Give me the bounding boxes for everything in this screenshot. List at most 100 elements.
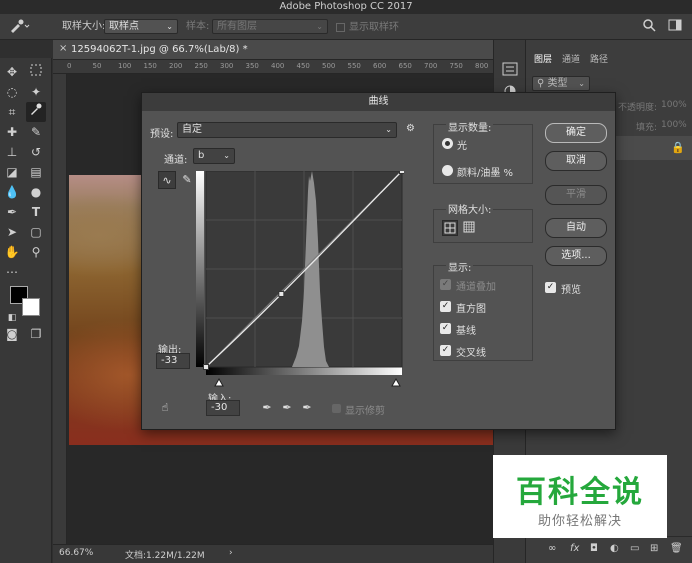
layer-mask-icon[interactable]: ◘	[590, 543, 598, 554]
app-title: Adobe Photoshop CC 2017	[279, 1, 413, 12]
ok-button[interactable]: 确定	[545, 123, 607, 143]
close-tab-icon[interactable]: ×	[59, 43, 67, 54]
gradient-tool-icon[interactable]: ▤	[26, 162, 46, 182]
ruler-tick-label: 250	[194, 62, 208, 70]
simple-grid-icon[interactable]	[442, 220, 458, 236]
tab-layers[interactable]: 图层	[534, 52, 552, 65]
curve-control-point[interactable]	[399, 171, 405, 174]
curve-point-mode-icon[interactable]: ∿	[158, 171, 176, 189]
fill-label: 填充:	[636, 123, 658, 133]
white-point-slider-icon	[391, 377, 401, 387]
ruler-tick-label: 300	[220, 62, 234, 70]
marquee-tool-icon[interactable]	[26, 62, 46, 82]
baseline-checkbox[interactable]: ✓	[440, 323, 451, 334]
sample-size-select[interactable]: 取样点 ⌄	[104, 19, 178, 34]
pen-tool-icon[interactable]: ✒	[2, 202, 22, 222]
workspace-icon[interactable]	[668, 18, 682, 37]
opacity-value[interactable]: 100%	[661, 100, 687, 110]
show-clipping-checkbox[interactable]	[332, 404, 341, 413]
intersection-line-checkbox[interactable]: ✓	[440, 345, 451, 356]
radio-pigment[interactable]	[442, 165, 453, 176]
ruler-tick-label: 800	[475, 62, 489, 70]
preset-label: 预设:	[150, 129, 174, 140]
quick-mask-icon[interactable]: ◙	[2, 324, 22, 344]
document-size-info: 文档:1.22M/1.22M	[125, 551, 205, 561]
options-button[interactable]: 选项...	[545, 246, 607, 266]
auto-button[interactable]: 自动	[545, 218, 607, 238]
lasso-tool-icon[interactable]: ◌	[2, 82, 22, 102]
dodge-tool-icon[interactable]: ●	[26, 182, 46, 202]
more-tools-icon[interactable]: ⋯	[2, 262, 22, 282]
ruler-tick-label: 450	[296, 62, 310, 70]
pencil-draw-mode-icon[interactable]: ✎	[178, 171, 196, 189]
move-tool-icon[interactable]: ✥	[2, 62, 22, 82]
new-layer-icon[interactable]: ⊞	[650, 543, 658, 554]
tab-channels[interactable]: 通道	[562, 52, 580, 65]
background-color-swatch[interactable]	[22, 298, 40, 316]
black-point-slider-icon[interactable]	[212, 377, 402, 387]
white-point-eyedropper-icon[interactable]: ✒	[298, 399, 316, 417]
search-icon[interactable]	[642, 18, 656, 37]
cancel-button[interactable]: 取消	[545, 151, 607, 171]
document-tab[interactable]: × 12594062T-1.jpg @ 66.7%(Lab/8) *	[53, 40, 493, 60]
tab-paths[interactable]: 路径	[590, 52, 608, 65]
show-ring-checkbox[interactable]: 显示取样环	[336, 21, 399, 35]
ruler-tick-label: 0	[67, 62, 72, 70]
blur-tool-icon[interactable]: 💧	[2, 182, 22, 202]
layer-kind-filter[interactable]: ⚲ 类型 ⌄	[532, 76, 590, 91]
zoom-level[interactable]: 66.67%	[59, 548, 93, 558]
eyedropper-tool-icon[interactable]	[26, 102, 46, 122]
trash-icon[interactable]: 🗑	[670, 543, 683, 554]
target-adjustment-tool-icon[interactable]: ☝	[156, 399, 174, 417]
preview-checkbox[interactable]: ✓	[545, 282, 556, 293]
filter-icon: ⚲	[537, 78, 548, 89]
fill-value[interactable]: 100%	[661, 120, 687, 130]
ruler-tick-label: 650	[398, 62, 412, 70]
new-group-icon[interactable]: ▭	[630, 543, 639, 554]
ruler-tick-label: 750	[449, 62, 463, 70]
properties-panel-icon[interactable]	[502, 62, 518, 76]
smooth-button[interactable]: 平滑	[545, 185, 607, 205]
layer-style-icon[interactable]: fx	[570, 543, 579, 554]
eyedropper-tool-preset-icon[interactable]	[8, 18, 30, 39]
healing-brush-tool-icon[interactable]: ✚	[2, 122, 22, 142]
black-point-eyedropper-icon[interactable]: ✒	[258, 399, 276, 417]
curve-control-point[interactable]	[203, 364, 209, 370]
clone-stamp-tool-icon[interactable]: ⊥	[2, 142, 22, 162]
histogram-checkbox[interactable]: ✓	[440, 301, 451, 312]
link-layers-icon[interactable]: ∞	[548, 543, 556, 554]
screen-mode-icon[interactable]: ❐	[26, 324, 46, 344]
preset-options-gear-icon[interactable]: ⚙	[406, 123, 415, 134]
sample-value: 所有图层	[217, 21, 257, 32]
adjustment-layer-icon[interactable]: ◐	[610, 543, 619, 554]
layer-kind-label: 类型	[547, 78, 568, 89]
rectangle-tool-icon[interactable]: ▢	[26, 222, 46, 242]
brush-tool-icon[interactable]: ✎	[26, 122, 46, 142]
gray-point-eyedropper-icon[interactable]: ✒	[278, 399, 296, 417]
status-menu-arrow-icon[interactable]: ›	[229, 548, 233, 558]
path-selection-tool-icon[interactable]: ➤	[2, 222, 22, 242]
hand-tool-icon[interactable]: ✋	[2, 242, 22, 262]
history-brush-tool-icon[interactable]: ↺	[26, 142, 46, 162]
curves-graph[interactable]	[196, 171, 404, 375]
grid-size-title: 网格大小:	[446, 201, 494, 216]
crop-tool-icon[interactable]: ⌗	[2, 102, 22, 122]
channel-select[interactable]: b ⌄	[193, 148, 235, 164]
channel-overlay-checkbox[interactable]: ✓	[440, 279, 451, 290]
zoom-tool-icon[interactable]: ⚲	[26, 242, 46, 262]
output-field[interactable]: -33	[156, 353, 190, 369]
input-gradient-bar	[206, 367, 402, 375]
display-amount-title: 显示数量:	[446, 119, 494, 134]
ruler-tick-label: 700	[424, 62, 438, 70]
detailed-grid-icon[interactable]	[462, 220, 478, 236]
radio-light[interactable]	[442, 138, 453, 149]
input-field[interactable]: -30	[206, 400, 240, 416]
magic-wand-tool-icon[interactable]: ✦	[26, 82, 46, 102]
watermark-logo: 百科全说 助你轻松解决	[493, 455, 667, 538]
type-tool-icon[interactable]: T	[26, 202, 46, 222]
curve-control-point[interactable]	[278, 290, 285, 297]
ruler-tick-label: 400	[271, 62, 285, 70]
preset-select[interactable]: 自定 ⌄	[177, 122, 397, 138]
eraser-tool-icon[interactable]: ◪	[2, 162, 22, 182]
sample-select[interactable]: 所有图层 ⌄	[212, 19, 328, 34]
